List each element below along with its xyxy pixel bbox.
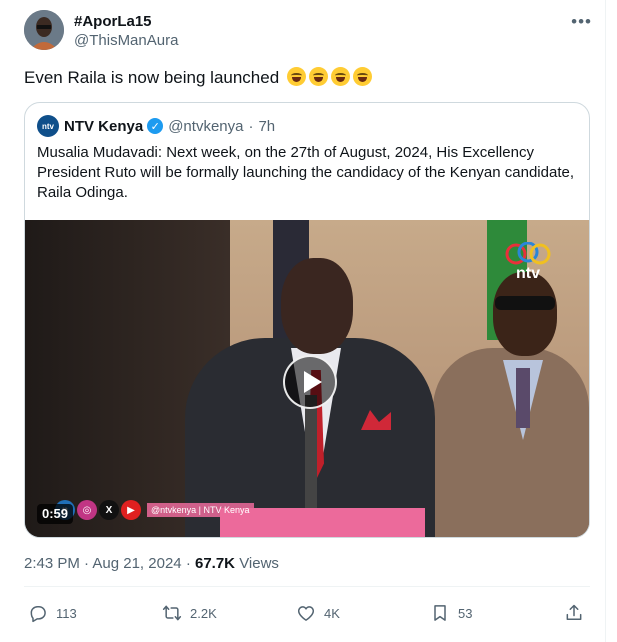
reply-button[interactable]: 113 <box>28 598 77 628</box>
meta-separator: · <box>84 555 90 572</box>
quoted-time[interactable]: 7h <box>258 118 275 135</box>
reply-icon <box>30 606 46 623</box>
tweet-card: #AporLa15 @ThisManAura ••• Even Raila is… <box>0 0 606 642</box>
video-man-right-tie <box>516 368 530 428</box>
tweet-header: #AporLa15 @ThisManAura ••• <box>24 10 594 54</box>
tweet-text-content: Even Raila is now being launched <box>24 68 280 87</box>
video-watermark-handle: @ntvkenya | NTV Kenya <box>147 503 254 517</box>
author-handle[interactable]: @ThisManAura <box>74 31 178 50</box>
ntv-logo-icon: ntv <box>505 242 551 282</box>
video-sunglasses <box>495 296 555 310</box>
quoted-separator: · <box>248 117 254 135</box>
tweet-text: Even Raila is now being launched <box>24 66 372 90</box>
instagram-icon: ◎ <box>77 500 97 520</box>
quoted-tweet-header: ntv NTV Kenya ✓ @ntvkenya · 7h <box>37 115 275 137</box>
quoted-author-avatar[interactable]: ntv <box>37 115 59 137</box>
reply-count: 113 <box>56 605 77 621</box>
views-label: Views <box>239 555 279 572</box>
bookmark-icon <box>434 605 446 621</box>
ntv-logo-text: ntv <box>516 265 540 282</box>
quoted-tweet[interactable]: ntv NTV Kenya ✓ @ntvkenya · 7h Musalia M… <box>24 102 590 538</box>
tweet-meta: 2:43 PM · Aug 21, 2024 · 67.7K Views <box>24 554 279 574</box>
quoted-author-handle[interactable]: @ntvkenya <box>168 118 243 135</box>
video-speaker-head <box>281 258 353 354</box>
post-date[interactable]: Aug 21, 2024 <box>92 555 181 572</box>
repost-icon <box>162 605 182 621</box>
action-bar: 113 2.2K 4K 53 <box>24 598 590 628</box>
share-icon <box>566 604 582 620</box>
video-man-right-head <box>493 272 557 356</box>
youtube-icon: ▶ <box>121 500 141 520</box>
author-names: #AporLa15 @ThisManAura <box>74 12 178 50</box>
face-with-tears-of-joy-icon <box>352 67 372 86</box>
post-time[interactable]: 2:43 PM <box>24 555 80 572</box>
video-player[interactable]: ntv n ◎ X ▶ @ntvkenya | NTV Kenya 0:59 <box>25 220 589 537</box>
repost-count: 2.2K <box>190 605 217 621</box>
heart-icon <box>297 606 315 621</box>
video-duration: 0:59 <box>37 504 74 524</box>
face-with-tears-of-joy-icon <box>308 67 328 86</box>
bookmark-button[interactable]: 53 <box>430 598 472 628</box>
video-social-strip: n ◎ X ▶ @ntvkenya | NTV Kenya <box>55 500 254 520</box>
divider <box>24 586 590 587</box>
face-with-tears-of-joy-icon <box>330 67 350 86</box>
share-button[interactable] <box>564 598 592 628</box>
author-display-name[interactable]: #AporLa15 <box>74 12 178 31</box>
x-icon: X <box>99 500 119 520</box>
verified-badge-icon: ✓ <box>147 118 164 134</box>
bookmark-count: 53 <box>458 605 473 621</box>
more-options-icon[interactable]: ••• <box>571 12 592 32</box>
avatar-photo <box>24 10 64 50</box>
author-avatar[interactable] <box>24 10 64 50</box>
like-count: 4K <box>324 605 340 621</box>
play-button[interactable] <box>283 355 337 409</box>
quoted-author-name[interactable]: NTV Kenya <box>64 118 143 135</box>
quoted-tweet-text: Musalia Mudavadi: Next week, on the 27th… <box>37 144 574 201</box>
repost-button[interactable]: 2.2K <box>162 598 217 628</box>
views-count[interactable]: 67.7K <box>195 555 235 572</box>
video-microphone <box>305 395 317 515</box>
like-button[interactable]: 4K <box>296 598 340 628</box>
meta-separator: · <box>185 555 191 572</box>
face-with-tears-of-joy-icon <box>286 67 306 86</box>
